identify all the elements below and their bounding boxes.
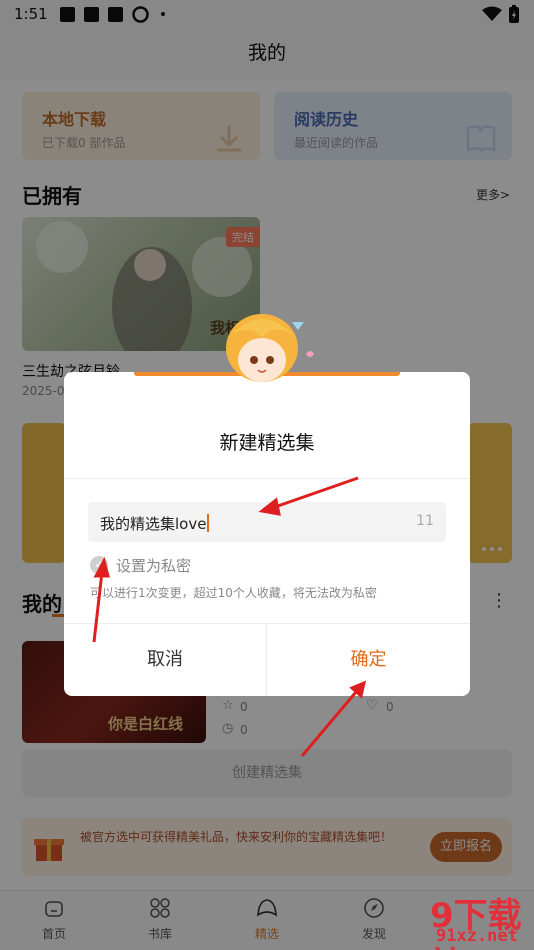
arrow-to-confirm [300, 691, 358, 757]
watermark-url: 91xz.net [436, 926, 518, 946]
arrow-head [258, 497, 281, 516]
annotation-arrows [92, 476, 367, 757]
arrow-to-private-checkbox [92, 571, 104, 643]
arrow-head [93, 556, 110, 578]
arrow-to-name-field [271, 476, 359, 510]
